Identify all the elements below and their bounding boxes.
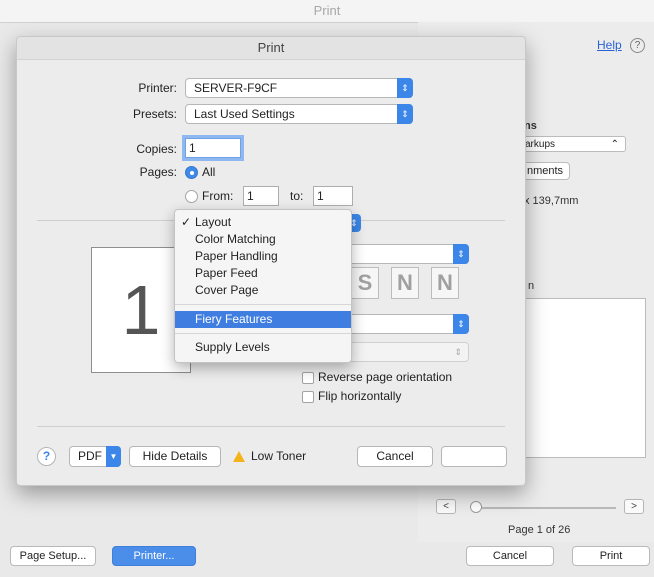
next-page-button[interactable]: > bbox=[624, 499, 644, 514]
menu-item-cover-page[interactable]: Cover Page bbox=[175, 282, 351, 299]
menu-separator bbox=[175, 304, 351, 305]
pages-from-radio[interactable] bbox=[185, 190, 198, 203]
flip-horizontally-checkbox[interactable] bbox=[302, 391, 314, 403]
chevron-updown-icon: ⇕ bbox=[453, 244, 469, 264]
printer-label: Printer: bbox=[138, 81, 177, 95]
chevron-updown-icon: ⇕ bbox=[454, 347, 462, 357]
comments-button[interactable]: nments bbox=[520, 162, 570, 180]
layout-direction-icon-1[interactable]: S bbox=[351, 267, 379, 299]
menu-item-paper-feed[interactable]: Paper Feed bbox=[175, 265, 351, 282]
previous-page-button[interactable]: < bbox=[436, 499, 456, 514]
checkmark-icon: ✓ bbox=[181, 215, 192, 229]
layout-direction-icon-3[interactable]: N bbox=[431, 267, 459, 299]
pdf-menu-button[interactable]: PDF ▼ bbox=[69, 446, 121, 467]
help-question-icon[interactable]: ? bbox=[630, 38, 645, 53]
help-button[interactable]: ? bbox=[37, 447, 56, 466]
menu-item-layout[interactable]: ✓ Layout bbox=[175, 214, 351, 231]
paper-dimension: x 139,7mm bbox=[524, 195, 579, 207]
section-dropdown-menu: ✓ Layout Color Matching Paper Handling P… bbox=[174, 209, 352, 363]
presets-label: Presets: bbox=[132, 107, 177, 121]
cancel-button[interactable]: Cancel bbox=[357, 446, 433, 467]
print-button[interactable]: Print bbox=[441, 446, 507, 467]
page-setup-button[interactable]: Page Setup... bbox=[10, 546, 96, 566]
page-slider-track[interactable] bbox=[474, 507, 616, 509]
flip-horizontally-label: Flip horizontally bbox=[318, 389, 402, 403]
copies-field[interactable]: 1 bbox=[185, 138, 241, 158]
chevron-updown-icon: ⇕ bbox=[397, 104, 413, 124]
pages-label: Pages: bbox=[139, 165, 177, 179]
pages-all-label: All bbox=[202, 165, 216, 179]
copies-label: Copies: bbox=[136, 142, 177, 156]
back-print-button[interactable]: Print bbox=[572, 546, 650, 566]
menu-separator bbox=[175, 333, 351, 334]
pages-from-label: From: bbox=[202, 189, 234, 203]
page-info: Page 1 of 26 bbox=[508, 524, 571, 536]
to-field[interactable]: 1 bbox=[313, 186, 353, 206]
layout-direction-icon-2[interactable]: N bbox=[391, 267, 419, 299]
back-cancel-button[interactable]: Cancel bbox=[466, 546, 554, 566]
chevron-down-icon: ▼ bbox=[106, 446, 121, 467]
to-label: to: bbox=[290, 189, 304, 203]
chevron-updown-icon: ⇕ bbox=[397, 78, 413, 98]
warning-icon bbox=[233, 451, 245, 462]
from-field[interactable]: 1 bbox=[243, 186, 279, 206]
hide-details-button[interactable]: Hide Details bbox=[129, 446, 221, 467]
reverse-orientation-checkbox[interactable] bbox=[302, 372, 314, 384]
presets-select[interactable]: Last Used Settings ⇕ bbox=[185, 104, 413, 124]
sheet-title: Print bbox=[17, 37, 525, 60]
menu-item-supply-levels[interactable]: Supply Levels bbox=[175, 339, 351, 356]
window-titlebar: Print bbox=[0, 0, 654, 23]
printer-select[interactable]: SERVER-F9CF ⇕ bbox=[185, 78, 413, 98]
chevron-updown-icon: ⇕ bbox=[453, 314, 469, 334]
back-label-n: n bbox=[528, 280, 535, 292]
printer-button[interactable]: Printer... bbox=[112, 546, 196, 566]
low-toner-label: Low Toner bbox=[251, 449, 307, 463]
page-slider-knob[interactable] bbox=[470, 501, 482, 513]
pages-all-radio[interactable] bbox=[185, 166, 198, 179]
menu-item-paper-handling[interactable]: Paper Handling bbox=[175, 248, 351, 265]
help-link[interactable]: Help bbox=[597, 38, 622, 52]
menu-item-color-matching[interactable]: Color Matching bbox=[175, 231, 351, 248]
markups-select[interactable]: arkups ⌃ bbox=[520, 136, 626, 152]
menu-item-fiery-features[interactable]: Fiery Features bbox=[175, 311, 351, 328]
bottom-divider bbox=[37, 426, 505, 427]
reverse-orientation-label: Reverse page orientation bbox=[318, 370, 453, 384]
